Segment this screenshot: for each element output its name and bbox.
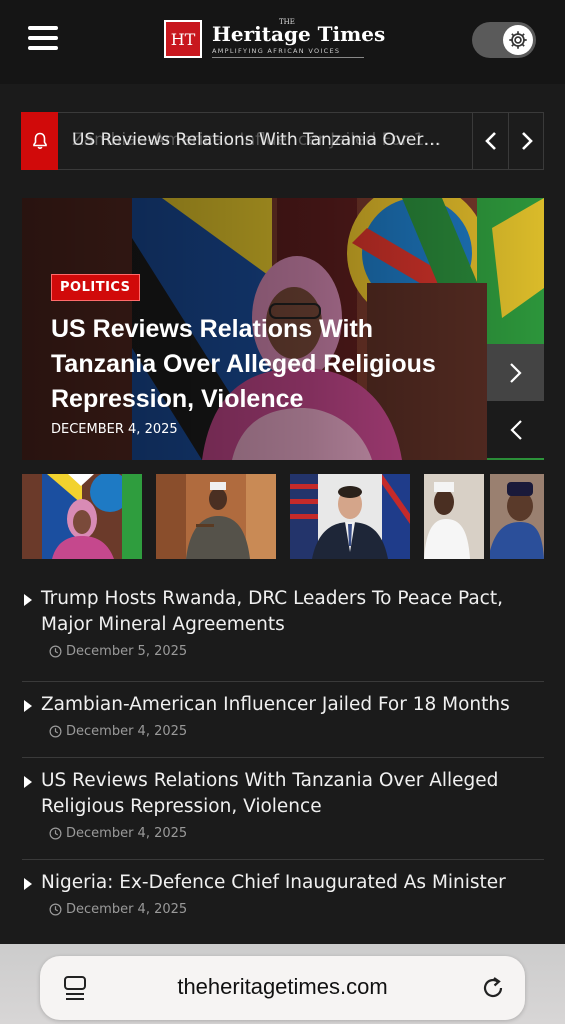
thumbnail-tanzania[interactable] [22, 474, 142, 559]
bullet-icon [24, 594, 32, 606]
thumbnail-nigeria-leaders[interactable] [424, 474, 544, 559]
news-headline[interactable]: US Reviews Relations With Tanzania Over … [41, 768, 544, 820]
bullet-icon [24, 776, 32, 788]
news-date-text: December 4, 2025 [66, 902, 188, 917]
address-bar[interactable]: theheritagetimes.com [40, 956, 525, 1020]
news-list-item[interactable]: Nigeria: Ex-Defence Chief Inaugurated As… [22, 860, 544, 936]
breaking-news-bar: Zambian-American Influencer Jailed For 1… [21, 112, 544, 170]
news-date-text: December 4, 2025 [66, 826, 188, 841]
site-logo[interactable]: HT THE Heritage Times AMPLIFYING AFRICAN… [164, 18, 385, 62]
gear-icon [503, 25, 533, 55]
news-date: December 4, 2025 [49, 902, 544, 917]
bullet-icon [24, 700, 32, 712]
ticker-current-headline: US Reviews Relations With Tanzania Over… [72, 130, 441, 150]
ticker-prev-button[interactable] [472, 113, 508, 169]
url-text[interactable]: theheritagetimes.com [40, 974, 525, 1000]
thumbnail-defence-minister[interactable] [156, 474, 276, 559]
logo-mark: HT [164, 20, 202, 58]
bullet-icon [24, 878, 32, 890]
active-thumbnail-indicator [68, 474, 94, 486]
hero-slider[interactable]: POLITICS US Reviews Relations With Tanza… [22, 198, 544, 460]
thumbnail-us-official[interactable] [290, 474, 410, 559]
logo-divider [212, 57, 364, 58]
reload-icon[interactable] [480, 974, 506, 1006]
menu-icon[interactable] [28, 26, 58, 50]
site-header: HT THE Heritage Times AMPLIFYING AFRICAN… [0, 0, 565, 84]
logo-tagline: AMPLIFYING AFRICAN VOICES [212, 47, 341, 55]
browser-toolbar: theheritagetimes.com [0, 944, 565, 1024]
hero-prev-button[interactable] [487, 401, 544, 458]
bell-icon [21, 112, 58, 170]
hero-date: DECEMBER 4, 2025 [51, 422, 178, 437]
slider-thumbnails [22, 474, 544, 559]
chevron-left-icon [509, 419, 522, 440]
category-badge[interactable]: POLITICS [51, 274, 140, 301]
news-headline[interactable]: Nigeria: Ex-Defence Chief Inaugurated As… [41, 870, 544, 896]
news-list-item[interactable]: Trump Hosts Rwanda, DRC Leaders To Peace… [22, 586, 544, 682]
ticker-headline[interactable]: Zambian-American Influencer Jailed For 1… [72, 130, 472, 154]
clock-icon [49, 645, 62, 658]
latest-news-list: Trump Hosts Rwanda, DRC Leaders To Peace… [22, 586, 544, 936]
clock-icon [49, 725, 62, 738]
hero-headline[interactable]: US Reviews Relations With Tanzania Over … [51, 312, 471, 417]
chevron-right-icon [521, 132, 533, 150]
clock-icon [49, 903, 62, 916]
news-date: December 4, 2025 [49, 724, 544, 739]
news-date-text: December 4, 2025 [66, 724, 188, 739]
news-list-item[interactable]: US Reviews Relations With Tanzania Over … [22, 758, 544, 860]
news-list-item[interactable]: Zambian-American Influencer Jailed For 1… [22, 682, 544, 758]
logo-title: Heritage Times [212, 22, 386, 46]
chevron-right-icon [509, 362, 522, 383]
clock-icon [49, 827, 62, 840]
news-headline[interactable]: Zambian-American Influencer Jailed For 1… [41, 692, 544, 718]
theme-toggle[interactable] [472, 22, 536, 58]
news-date-text: December 5, 2025 [66, 644, 188, 659]
news-headline[interactable]: Trump Hosts Rwanda, DRC Leaders To Peace… [41, 586, 544, 638]
news-date: December 5, 2025 [49, 644, 544, 659]
ticker-next-button[interactable] [508, 113, 544, 169]
chevron-left-icon [484, 132, 496, 150]
news-date: December 4, 2025 [49, 826, 544, 841]
hero-next-button[interactable] [487, 344, 544, 401]
